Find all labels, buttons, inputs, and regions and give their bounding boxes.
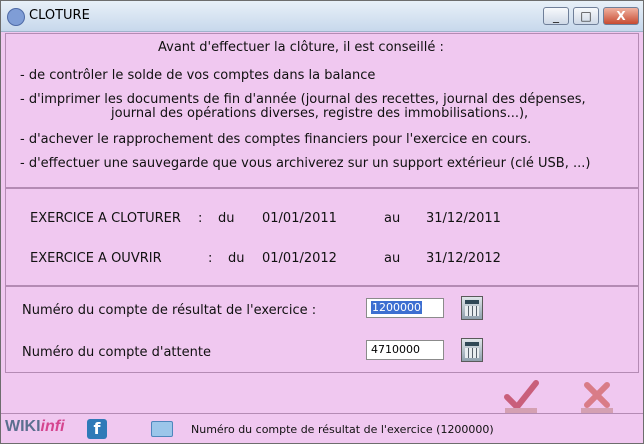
cross-icon: [581, 382, 613, 413]
facebook-icon[interactable]: f: [87, 419, 107, 439]
window-title: CLOTURE: [29, 8, 90, 23]
exercise-close-start-date: 01/01/2011: [262, 211, 337, 226]
advice-line-1: - de contrôler le solde de vos comptes d…: [20, 68, 376, 83]
exercise-open-label: EXERCICE A OUVRIR: [30, 251, 162, 266]
result-account-label: Numéro du compte de résultat de l'exerci…: [22, 303, 317, 318]
cancel-button[interactable]: [577, 375, 617, 415]
advice-heading: Avant d'effectuer la clôture, il est con…: [158, 40, 444, 55]
advice-line-3: journal des opérations diverses, registr…: [111, 106, 529, 121]
exercise-open-from-label: du: [228, 251, 245, 266]
advice-line-2: - d'imprimer les documents de fin d'anné…: [20, 92, 586, 107]
waiting-account-label: Numéro du compte d'attente: [22, 345, 211, 360]
title-bar: CLOTURE _ □ X: [1, 1, 643, 32]
exercise-panel: EXERCICE A CLOTURER : du 01/01/2011 au 3…: [5, 188, 639, 286]
advice-panel: Avant d'effectuer la clôture, il est con…: [5, 33, 639, 188]
cloture-window: CLOTURE _ □ X Avant d'effectuer la clôtu…: [0, 0, 644, 444]
exercise-close-separator: :: [198, 211, 203, 226]
exercise-close-label: EXERCICE A CLOTURER: [30, 211, 181, 226]
status-bar: WIKIinfi f Numéro du compte de résultat …: [1, 413, 643, 444]
chat-icon[interactable]: [151, 421, 173, 437]
waiting-account-input[interactable]: 4710000: [366, 340, 444, 360]
exercise-open-separator: :: [208, 251, 213, 266]
checkmark-icon: [504, 380, 539, 413]
calculator-icon[interactable]: [461, 338, 483, 362]
exercise-open-start-date: 01/01/2012: [262, 251, 337, 266]
advice-line-5: - d'effectuer une sauvegarde que vous ar…: [20, 156, 591, 171]
validate-button[interactable]: [501, 375, 541, 415]
minimize-button[interactable]: _: [543, 7, 569, 25]
exercise-open-end-date: 31/12/2012: [426, 251, 501, 266]
exercise-close-from-label: du: [218, 211, 235, 226]
advice-line-4: - d'achever le rapprochement des comptes…: [20, 132, 532, 147]
calculator-icon[interactable]: [461, 296, 483, 320]
maximize-button[interactable]: □: [573, 7, 599, 25]
exercise-close-to-label: au: [384, 211, 401, 226]
accounts-panel: Numéro du compte de résultat de l'exerci…: [5, 286, 639, 373]
exercise-open-to-label: au: [384, 251, 401, 266]
result-account-input[interactable]: 1200000: [366, 298, 444, 318]
app-icon: [7, 8, 25, 26]
close-button[interactable]: X: [603, 7, 639, 25]
status-message: Numéro du compte de résultat de l'exerci…: [191, 423, 494, 436]
exercise-close-end-date: 31/12/2011: [426, 211, 501, 226]
wikiinfi-logo: WIKIinfi: [5, 418, 65, 435]
